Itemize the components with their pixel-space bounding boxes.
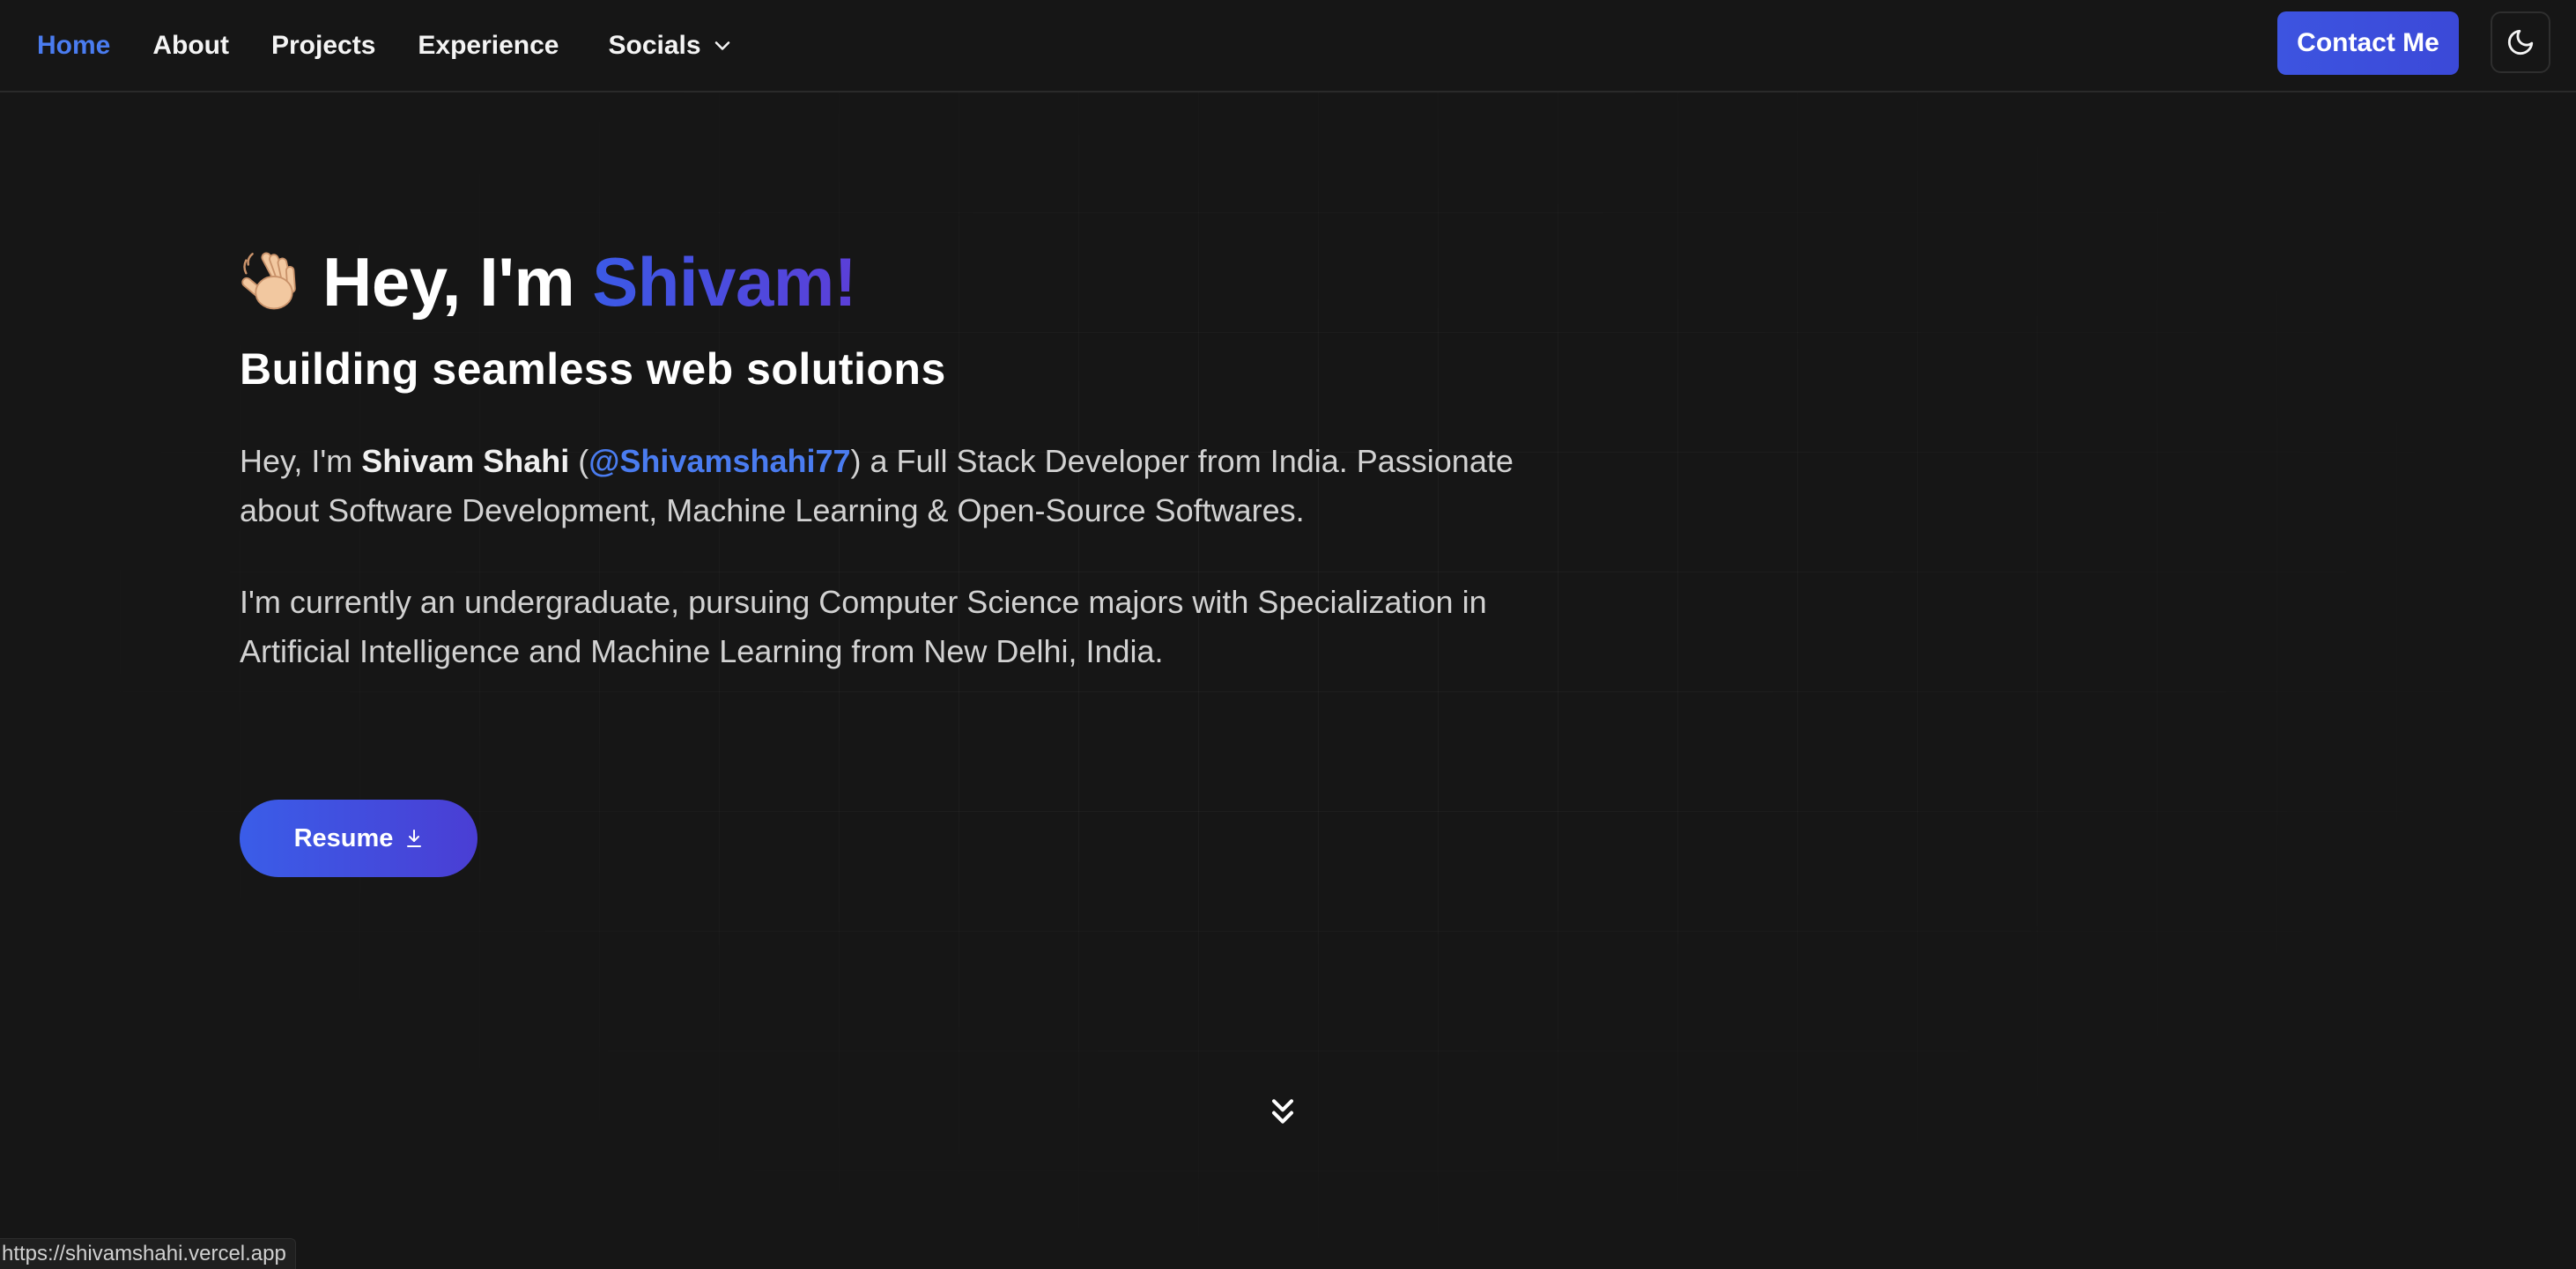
nav-experience[interactable]: Experience xyxy=(418,31,559,61)
theme-toggle-button[interactable] xyxy=(2491,11,2550,73)
chevron-down-icon xyxy=(714,41,729,50)
greeting-text: Hey, I'm xyxy=(322,242,575,321)
chevrons-down-icon[interactable] xyxy=(1265,1094,1300,1129)
link-preview-statusbar: https://shivamshahi.vercel.app xyxy=(0,1238,296,1269)
top-navbar: Home About Projects Experience Socials C… xyxy=(0,0,2576,92)
nav-links: Home About Projects Experience Socials xyxy=(37,0,777,91)
hero-heading: Hey, I'm Shivam! xyxy=(240,238,1614,326)
nav-socials-dropdown[interactable]: Socials xyxy=(608,31,734,61)
nav-home[interactable]: Home xyxy=(37,31,110,61)
hero-name: Shivam! xyxy=(592,242,857,321)
waving-hand-icon xyxy=(241,252,296,310)
nav-about[interactable]: About xyxy=(152,31,229,61)
github-handle-link[interactable]: @Shivamshahi77 xyxy=(588,443,850,479)
intro-open-paren: ( xyxy=(569,443,589,479)
intro-full-name: Shivam Shahi xyxy=(361,443,570,479)
resume-download-button[interactable]: Resume xyxy=(240,800,477,877)
moon-icon xyxy=(2507,29,2534,55)
nav-projects[interactable]: Projects xyxy=(271,31,375,61)
hero-section: Hey, I'm Shivam! Building seamless web s… xyxy=(240,238,1614,708)
contact-me-button[interactable]: Contact Me xyxy=(2277,11,2459,75)
intro-paragraph: Hey, I'm Shivam Shahi (@Shivamshahi77) a… xyxy=(240,437,1596,535)
socials-label: Socials xyxy=(608,30,701,60)
hero-tagline: Building seamless web solutions xyxy=(240,344,946,394)
intro-prefix: Hey, I'm xyxy=(240,443,362,479)
resume-label: Resume xyxy=(293,823,394,852)
education-paragraph: I'm currently an undergraduate, pursuing… xyxy=(240,584,1487,669)
download-icon xyxy=(407,830,422,847)
